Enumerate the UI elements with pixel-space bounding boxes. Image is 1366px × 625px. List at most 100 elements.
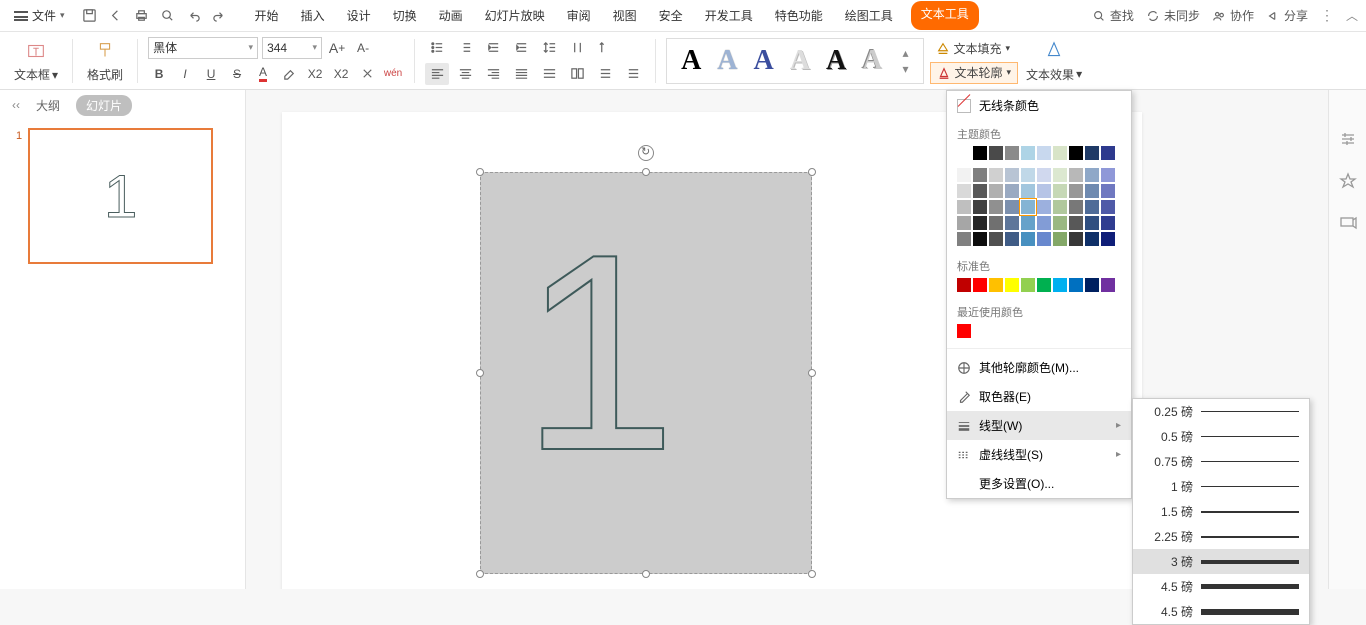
color-swatch[interactable] (1005, 216, 1019, 230)
text-direction-icon[interactable] (565, 37, 589, 59)
tab-review[interactable]: 审阅 (563, 1, 595, 30)
line-weight-option[interactable]: 0.5 磅 (1133, 424, 1309, 449)
text-effect-button[interactable]: 文本效果▾ (1022, 38, 1086, 83)
color-swatch[interactable] (1069, 216, 1083, 230)
line-weight-option[interactable]: 1.5 磅 (1133, 499, 1309, 524)
star-icon[interactable] (1339, 172, 1357, 190)
color-swatch[interactable] (1069, 232, 1083, 246)
selected-textbox[interactable]: 1 (480, 172, 812, 574)
color-swatch[interactable] (1085, 146, 1099, 160)
color-swatch[interactable] (1069, 184, 1083, 198)
bullets-icon[interactable] (425, 37, 449, 59)
resize-handle[interactable] (476, 570, 484, 578)
wordart-styles[interactable]: A A A A A A ▴▾ (666, 38, 923, 84)
style-preview-1[interactable]: A (681, 45, 701, 77)
color-swatch[interactable] (1101, 168, 1115, 182)
redo-icon[interactable] (209, 5, 231, 27)
color-swatch[interactable] (989, 168, 1003, 182)
line-type-option[interactable]: 线型(W) ▸ (947, 411, 1131, 440)
color-swatch[interactable] (1101, 216, 1115, 230)
color-swatch[interactable] (973, 232, 987, 246)
collapse-ribbon-icon[interactable]: ︿ (1346, 7, 1358, 24)
color-swatch[interactable] (989, 232, 1003, 246)
eyedropper-option[interactable]: 取色器(E) (947, 382, 1131, 411)
color-swatch[interactable] (1069, 146, 1083, 160)
color-swatch[interactable] (1085, 168, 1099, 182)
indent-right-icon[interactable] (621, 63, 645, 85)
format-painter-button[interactable]: 格式刷 (83, 38, 127, 83)
font-name-combo[interactable]: 黑体▾ (148, 37, 258, 59)
color-swatch[interactable] (1037, 278, 1051, 292)
color-swatch[interactable] (1069, 200, 1083, 214)
more-settings-option[interactable]: 更多设置(O)... (947, 469, 1131, 498)
decrease-indent-icon[interactable] (481, 37, 505, 59)
color-swatch[interactable] (1021, 184, 1035, 198)
underline-icon[interactable]: U (200, 63, 222, 85)
no-line-option[interactable]: 无线条颜色 (947, 91, 1131, 120)
text-fill-button[interactable]: 文本填充▾ (930, 38, 1019, 60)
color-swatch[interactable] (1005, 146, 1019, 160)
style-preview-3[interactable]: A (754, 45, 774, 77)
tab-security[interactable]: 安全 (655, 1, 687, 30)
align-left-icon[interactable] (425, 63, 449, 85)
color-swatch[interactable] (957, 324, 971, 338)
line-spacing-icon[interactable] (537, 37, 561, 59)
sync-status[interactable]: 未同步 (1146, 7, 1200, 24)
color-swatch[interactable] (1005, 184, 1019, 198)
color-swatch[interactable] (1021, 168, 1035, 182)
color-swatch[interactable] (1085, 184, 1099, 198)
color-swatch[interactable] (1037, 216, 1051, 230)
color-swatch[interactable] (1085, 278, 1099, 292)
color-swatch[interactable] (1053, 216, 1067, 230)
share-button[interactable]: 分享 (1266, 7, 1308, 24)
color-swatch[interactable] (1101, 184, 1115, 198)
color-swatch[interactable] (1021, 146, 1035, 160)
color-swatch[interactable] (1053, 146, 1067, 160)
tab-special[interactable]: 特色功能 (771, 1, 827, 30)
color-swatch[interactable] (1101, 232, 1115, 246)
color-swatch[interactable] (973, 200, 987, 214)
color-swatch[interactable] (957, 146, 971, 160)
file-menu[interactable]: 文件 ▾ (8, 5, 71, 26)
more-colors-option[interactable]: 其他轮廓颜色(M)... (947, 353, 1131, 382)
numbering-icon[interactable] (453, 37, 477, 59)
align-text-icon[interactable] (593, 37, 617, 59)
style-preview-6[interactable]: A (862, 45, 882, 77)
tab-devtools[interactable]: 开发工具 (701, 1, 757, 30)
color-swatch[interactable] (1053, 232, 1067, 246)
color-swatch[interactable] (1053, 278, 1067, 292)
tab-transition[interactable]: 切换 (389, 1, 421, 30)
rotate-handle[interactable] (638, 145, 654, 161)
resize-handle[interactable] (808, 168, 816, 176)
align-justify-icon[interactable] (509, 63, 533, 85)
undo-icon[interactable] (183, 5, 205, 27)
style-preview-2[interactable]: A (717, 45, 737, 77)
tab-slideshow[interactable]: 幻灯片放映 (481, 1, 549, 30)
subscript-icon[interactable]: X2 (330, 63, 352, 85)
highlight-icon[interactable] (278, 63, 300, 85)
color-swatch[interactable] (989, 146, 1003, 160)
color-swatch[interactable] (1053, 168, 1067, 182)
collab-button[interactable]: 协作 (1212, 7, 1254, 24)
color-swatch[interactable] (1037, 200, 1051, 214)
line-weight-option[interactable]: 1 磅 (1133, 474, 1309, 499)
slide-thumbnail-1[interactable]: 1 1 (16, 128, 229, 264)
align-right-icon[interactable] (481, 63, 505, 85)
text-outline-button[interactable]: 文本轮廓▾ (930, 62, 1019, 84)
color-swatch[interactable] (957, 168, 971, 182)
phonetic-icon[interactable]: wén (382, 63, 404, 85)
line-weight-option[interactable]: 2.25 磅 (1133, 524, 1309, 549)
line-weight-option[interactable]: 4.5 磅 (1133, 599, 1309, 624)
line-weight-option[interactable]: 3 磅 (1133, 549, 1309, 574)
line-weight-option[interactable]: 0.25 磅 (1133, 399, 1309, 424)
color-swatch[interactable] (1005, 200, 1019, 214)
resize-handle[interactable] (476, 369, 484, 377)
color-swatch[interactable] (957, 278, 971, 292)
color-swatch[interactable] (1021, 232, 1035, 246)
color-swatch[interactable] (1021, 200, 1035, 214)
color-swatch[interactable] (1085, 232, 1099, 246)
collapse-panel-icon[interactable]: ‹‹ (12, 98, 20, 112)
font-color-icon[interactable]: A (252, 63, 274, 85)
color-swatch[interactable] (1085, 216, 1099, 230)
styles-more-icon[interactable]: ▴▾ (902, 45, 908, 77)
